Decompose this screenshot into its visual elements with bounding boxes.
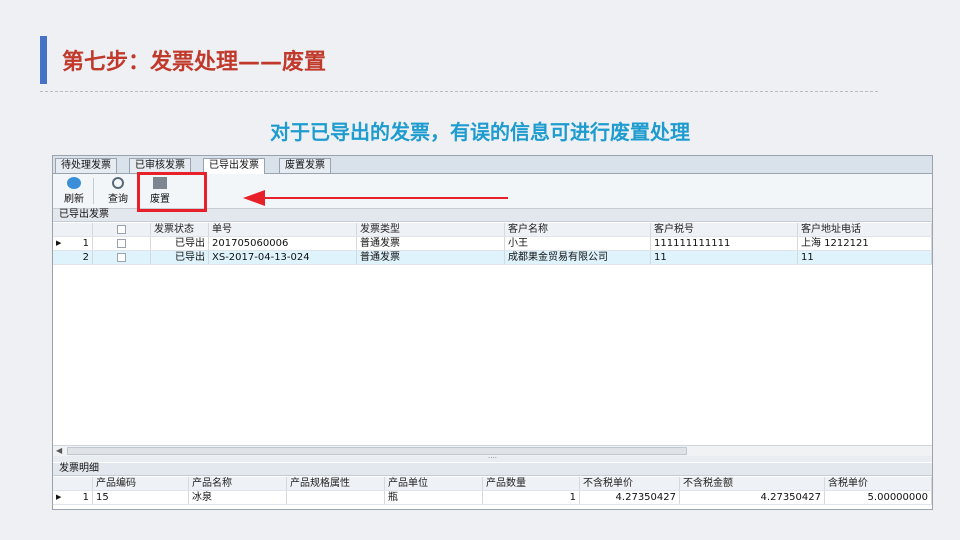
col-header-quantity[interactable]: 产品数量 [483,477,580,490]
cell-amount: 4.27350427 [680,491,825,504]
cell-product-code: 15 [93,491,189,504]
col-header-type[interactable]: 发票类型 [357,223,505,236]
cell-type: 普通发票 [357,237,505,250]
cell-product-name: 冰泉 [189,491,287,504]
tab-voided[interactable]: 废置发票 [279,158,331,173]
cell-customer: 小王 [505,237,651,250]
scroll-left-arrow-icon[interactable]: ◀ [56,446,62,455]
slide-subtitle: 对于已导出的发票，有误的信息可进行废置处理 [270,120,690,144]
col-header-amount[interactable]: 不含税金额 [680,477,825,490]
details-section-header: 发票明细 [53,463,932,476]
refresh-icon [67,177,81,189]
query-label: 查询 [108,194,128,205]
scrollbar-thumb[interactable] [67,447,687,455]
row-checkbox[interactable] [93,237,151,250]
panel-splitter[interactable]: ···· [53,455,932,462]
tab-exported[interactable]: 已导出发票 [203,158,265,174]
row-indicator-header [53,223,93,236]
void-button-highlight-box [137,172,207,212]
table-row[interactable]: ▶ 1 已导出 201705060006 普通发票 小王 111111111111… [53,237,932,251]
cell-status: 已导出 [151,237,209,250]
callout-arrow-shaft [262,197,508,199]
cell-order-no: XS-2017-04-13-024 [209,251,357,264]
col-header-unit-price[interactable]: 不含税单价 [580,477,680,490]
tab-pending[interactable]: 待处理发票 [55,158,117,173]
table-row[interactable]: 2 已导出 XS-2017-04-13-024 普通发票 成都果金贸易有限公司 … [53,251,932,265]
cell-customer: 成都果金贸易有限公司 [505,251,651,264]
refresh-label: 刷新 [64,194,84,205]
cell-address: 上海 1212121 [798,237,932,250]
current-row-marker-icon: ▶ [56,239,62,247]
col-header-order-no[interactable]: 单号 [209,223,357,236]
row-number-value: 1 [82,492,89,503]
cell-status: 已导出 [151,251,209,264]
col-header-tax-price[interactable]: 含税单价 [825,477,932,490]
refresh-button[interactable]: 刷新 [59,176,89,206]
col-header-tax-no[interactable]: 客户税号 [651,223,798,236]
search-icon [112,177,124,189]
cell-address: 11 [798,251,932,264]
toolbar-separator [93,178,94,204]
row-indicator-header [53,477,93,490]
cell-type: 普通发票 [357,251,505,264]
table-row[interactable]: ▶ 1 15 冰泉 瓶 1 4.27350427 4.27350427 5.000… [53,491,932,505]
title-divider [40,91,878,92]
callout-arrow-icon [243,190,265,206]
col-header-product-spec[interactable]: 产品规格属性 [287,477,385,490]
col-header-product-name[interactable]: 产品名称 [189,477,287,490]
col-header-product-unit[interactable]: 产品单位 [385,477,483,490]
row-checkbox[interactable] [93,251,151,264]
slide-title: 第七步：发票处理——废置 [62,50,327,75]
col-header-status[interactable]: 发票状态 [151,223,209,236]
cell-tax-no: 111111111111 [651,237,798,250]
cell-tax-no: 11 [651,251,798,264]
row-number-value: 1 [82,238,89,249]
col-header-product-code[interactable]: 产品编码 [93,477,189,490]
query-button[interactable]: 查询 [103,176,133,206]
cell-unit-price: 4.27350427 [580,491,680,504]
cell-tax-price: 5.00000000 [825,491,932,504]
row-number: 2 [53,251,93,264]
cell-product-unit: 瓶 [385,491,483,504]
tab-approved[interactable]: 已审核发票 [129,158,191,173]
details-grid-header: 产品编码 产品名称 产品规格属性 产品单位 产品数量 不含税单价 不含税金额 含… [53,477,932,491]
row-number: ▶ 1 [53,237,93,250]
select-all-checkbox[interactable] [93,223,151,236]
cell-quantity: 1 [483,491,580,504]
title-accent-bar [40,36,47,84]
row-number: ▶ 1 [53,491,93,504]
col-header-customer[interactable]: 客户名称 [505,223,651,236]
current-row-marker-icon: ▶ [56,493,62,501]
col-header-address[interactable]: 客户地址电话 [798,223,932,236]
invoice-grid-header: 发票状态 单号 发票类型 客户名称 客户税号 客户地址电话 [53,223,932,237]
cell-product-spec [287,491,385,504]
cell-order-no: 201705060006 [209,237,357,250]
